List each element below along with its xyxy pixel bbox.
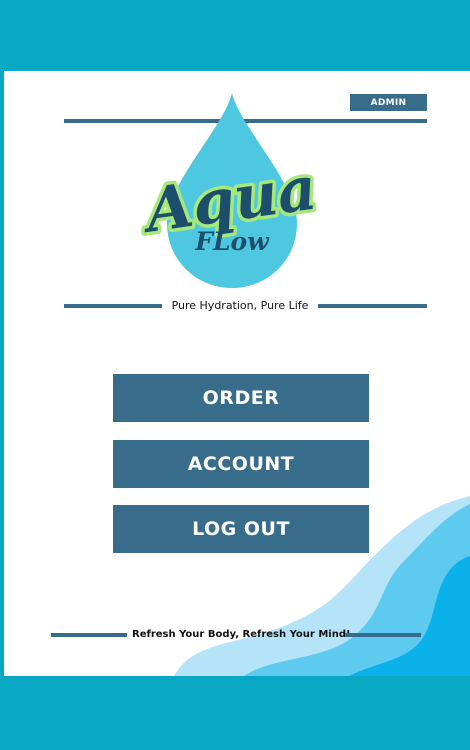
order-button[interactable]: ORDER xyxy=(113,374,369,422)
admin-badge[interactable]: ADMIN xyxy=(350,94,427,111)
tagline-divider-left xyxy=(64,304,162,308)
logo-subtitle: FLow xyxy=(194,227,270,256)
footer-slogan: Refresh Your Body, Refresh Your Mind! xyxy=(132,629,351,640)
tagline: Pure Hydration, Pure Life xyxy=(171,299,309,312)
footer-divider-right xyxy=(345,633,421,637)
aqua-flow-logo: Aqua FLow xyxy=(133,93,324,288)
footer-divider-left xyxy=(51,633,127,637)
tagline-divider-right xyxy=(318,304,427,308)
main-card: ADMIN Aqua FLow Pure Hydration, Pure Lif… xyxy=(4,71,470,676)
wave-decoration xyxy=(174,496,470,676)
